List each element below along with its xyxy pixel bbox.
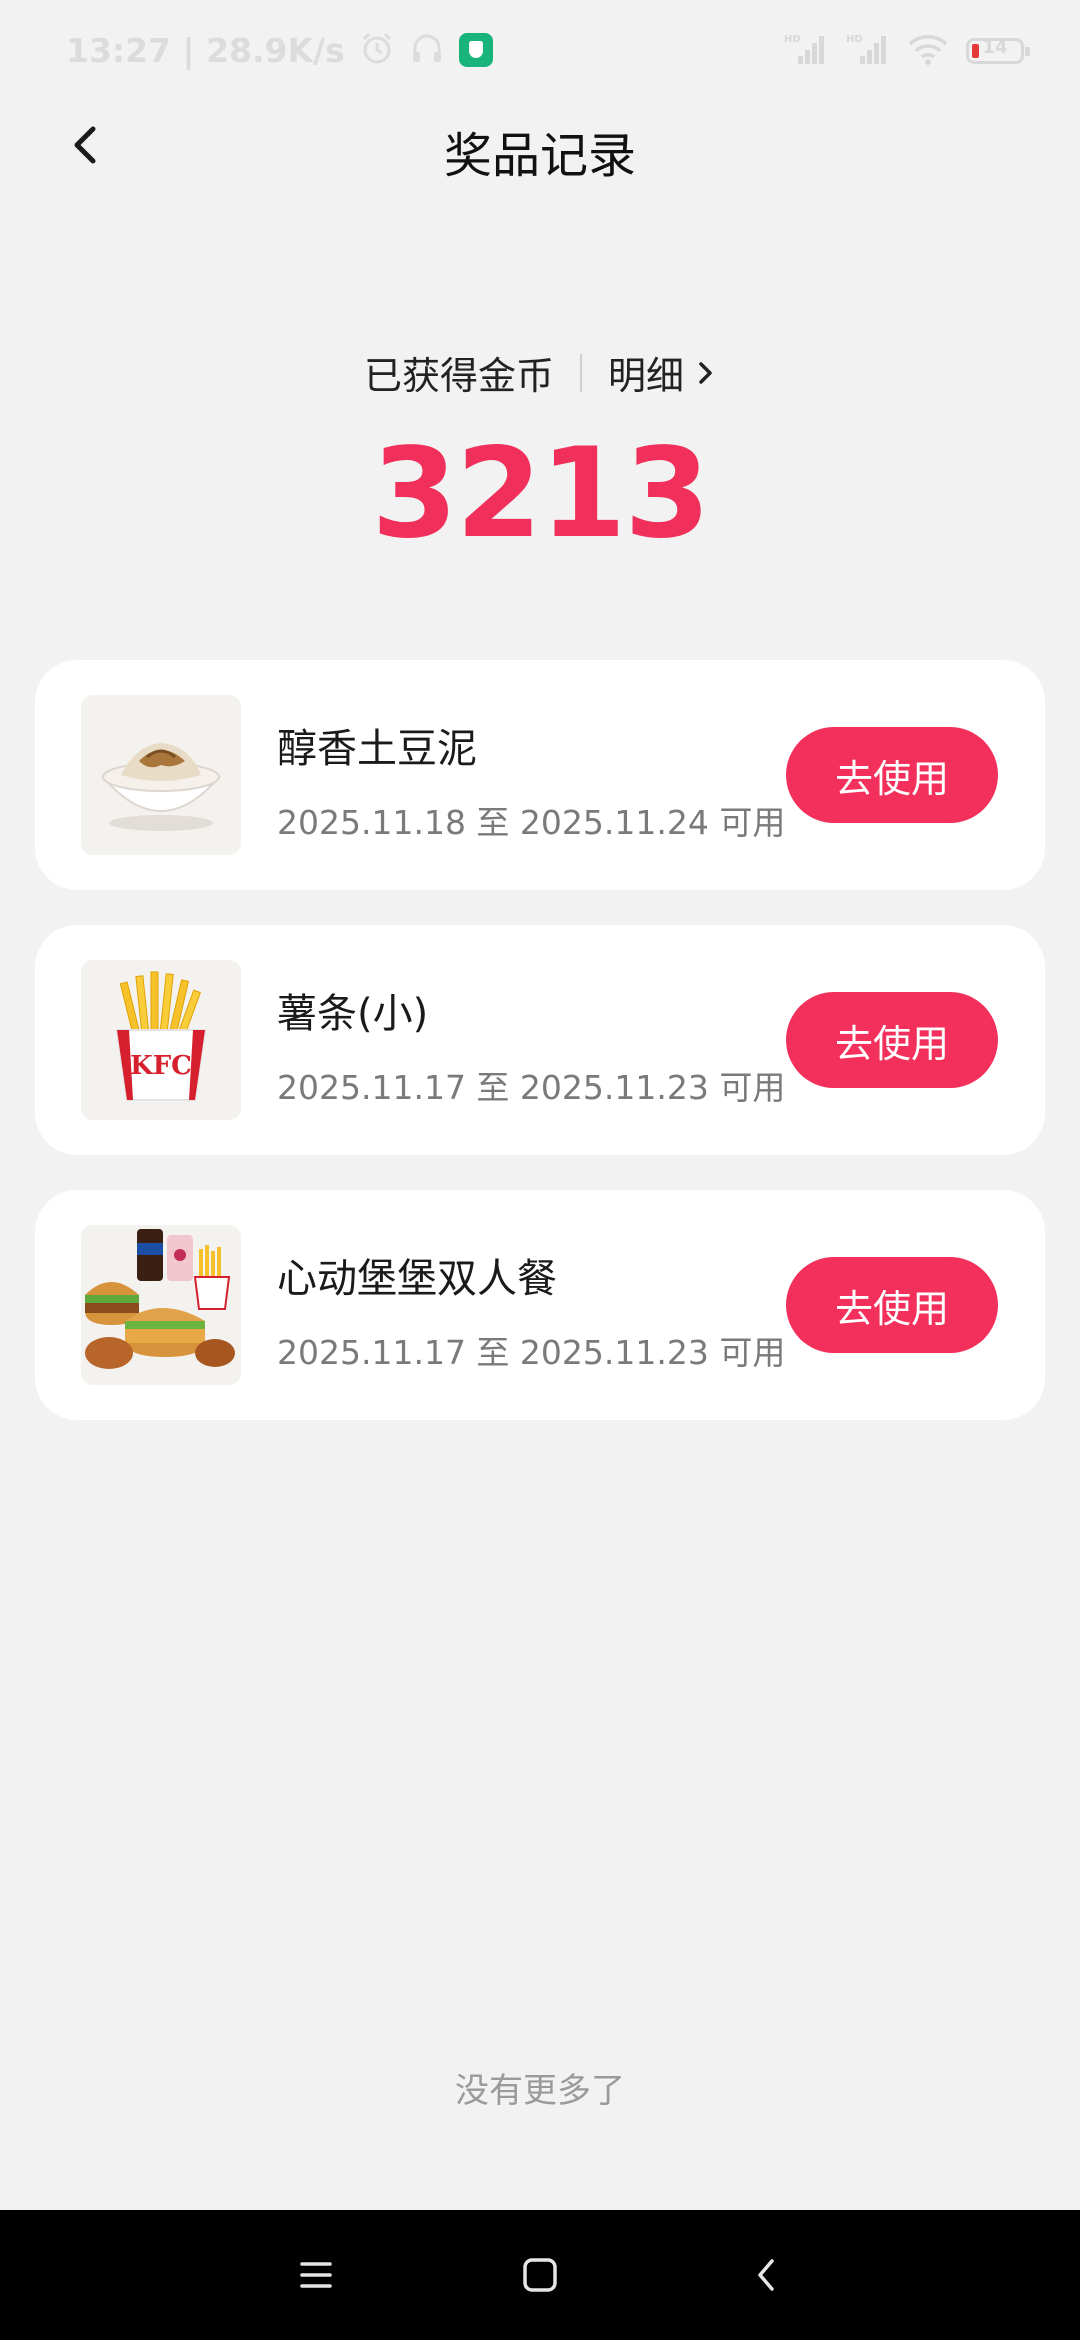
reward-validity: 2025.11.17 至 2025.11.23 可用	[277, 1068, 786, 1107]
svg-text:KFC: KFC	[130, 1051, 192, 1081]
reward-name: 醇香土豆泥	[277, 726, 477, 772]
use-button[interactable]: 去使用	[786, 727, 998, 823]
no-more-text: 没有更多了	[455, 2071, 625, 2111]
reward-name: 心动堡堡双人餐	[277, 1256, 557, 1302]
headset-icon	[409, 30, 445, 70]
coins-details-link[interactable]: 明细	[608, 345, 716, 400]
use-button[interactable]: 去使用	[786, 1257, 998, 1353]
battery-icon: 14	[966, 37, 1030, 64]
menu-button[interactable]	[286, 2245, 346, 2305]
page-header: 奖品记录	[0, 100, 1080, 190]
coins-label: 已获得金币	[363, 354, 554, 398]
status-left: 13:27 | 28.9K/s	[66, 26, 493, 74]
status-right: HD HD 14	[784, 28, 1030, 74]
coins-summary: 已获得金币 明细 3213	[0, 345, 1080, 562]
details-label: 明细	[608, 354, 685, 398]
signal-hd-icon: HD	[846, 32, 890, 70]
home-button[interactable]	[510, 2245, 570, 2305]
reward-card: 心动堡堡双人餐 2025.11.17 至 2025.11.23 可用 去使用	[35, 1190, 1045, 1420]
signal-hd-icon: HD	[784, 32, 828, 70]
reward-card: KFC 薯条(小) 2025.11.17 至 2025.11.23 可用 去使用	[35, 925, 1045, 1155]
coins-row: 已获得金币 明细	[0, 345, 1080, 400]
fries-image: KFC	[81, 960, 241, 1120]
wifi-icon	[908, 33, 948, 69]
alarm-icon	[359, 30, 395, 70]
reward-card: 醇香土豆泥 2025.11.18 至 2025.11.24 可用 去使用	[35, 660, 1045, 890]
svg-text:HD: HD	[846, 34, 863, 45]
reward-validity: 2025.11.18 至 2025.11.24 可用	[277, 803, 786, 842]
status-bar: 13:27 | 28.9K/s HD HD 14	[0, 0, 1080, 100]
burger-combo-image	[81, 1225, 241, 1385]
reward-name: 薯条(小)	[277, 991, 429, 1037]
home-square-icon	[523, 2258, 557, 2292]
battery-cap	[1025, 47, 1030, 56]
page-title: 奖品记录	[443, 128, 636, 184]
menu-icon	[300, 2262, 332, 2288]
mashed-potato-image	[81, 695, 241, 855]
back-triangle-icon	[758, 2259, 774, 2291]
coins-divider	[580, 353, 582, 392]
chevron-right-icon	[699, 361, 712, 384]
battery-level: 14	[982, 37, 1008, 58]
reward-validity: 2025.11.17 至 2025.11.23 可用	[277, 1333, 786, 1372]
back-nav-button[interactable]	[737, 2245, 797, 2305]
use-button[interactable]: 去使用	[786, 992, 998, 1088]
system-nav-bar	[0, 2210, 1080, 2340]
shield-app-icon	[458, 33, 493, 67]
svg-text:HD: HD	[784, 34, 801, 45]
status-time-speed: 13:27 | 28.9K/s	[66, 30, 345, 70]
coins-amount: 3213	[371, 422, 710, 566]
